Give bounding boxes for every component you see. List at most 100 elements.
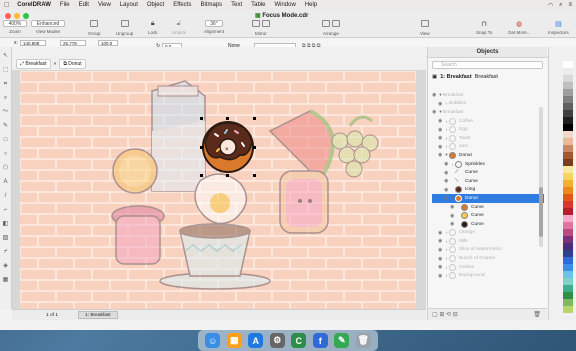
color-swatch[interactable]	[563, 243, 573, 250]
tree-row[interactable]: ◉ ⟋ Curve	[432, 168, 544, 177]
freehand-tool-icon[interactable]: 〜	[1, 108, 10, 116]
pick-tool-icon[interactable]: ↖	[1, 52, 10, 60]
apple-icon[interactable]: 	[4, 2, 9, 9]
color-swatch[interactable]	[563, 264, 573, 271]
scale-x-field[interactable]: 100.0	[98, 40, 118, 46]
drawing-page[interactable]: ×	[20, 71, 416, 309]
parallel-dimension-icon[interactable]: /	[1, 192, 10, 200]
tree-row[interactable]: ◉ Curve	[432, 220, 544, 229]
tree-row[interactable]: ◉ › Background	[432, 271, 544, 280]
lock-button[interactable]: 🔒︎ Lock	[148, 20, 158, 35]
view-group[interactable]: View	[420, 20, 430, 36]
tree-row[interactable]: ◉ › Bubbles	[432, 100, 544, 109]
menu-bitmaps[interactable]: Bitmaps	[200, 2, 222, 8]
tree-row[interactable]: ◉ ▾ Donut	[432, 151, 544, 160]
coreldraw-icon[interactable]: C	[291, 333, 307, 348]
corel-app-icon[interactable]: ✎	[334, 333, 350, 348]
zoom-window-button[interactable]	[23, 13, 29, 19]
control-center-icon[interactable]: ≡	[568, 2, 572, 8]
width-field[interactable]: 25.778	[60, 40, 86, 46]
menu-object[interactable]: Object	[147, 2, 164, 8]
drawing-canvas[interactable]: ×	[12, 71, 426, 309]
menu-text[interactable]: Text	[231, 2, 242, 8]
illustration[interactable]: ×	[20, 71, 416, 309]
color-swatch[interactable]	[563, 299, 573, 306]
drop-shadow-icon[interactable]: ◧	[1, 220, 10, 228]
unlock-button[interactable]: 🔓︎ Unlock	[172, 20, 186, 35]
mirror-group[interactable]: Mirror	[252, 20, 270, 36]
color-swatch[interactable]	[563, 145, 573, 152]
search-icon[interactable]: ⌕	[559, 2, 562, 9]
color-swatch[interactable]	[563, 194, 573, 201]
menu-layout[interactable]: Layout	[120, 2, 138, 8]
color-swatch[interactable]	[563, 173, 573, 180]
visibility-icon[interactable]: ◉	[444, 170, 450, 176]
wifi-icon[interactable]: ◠	[548, 2, 553, 9]
tree-row[interactable]: ◉ › Jam	[432, 143, 544, 152]
artistic-media-icon[interactable]: ✎	[1, 122, 10, 130]
ungroup-button[interactable]: Ungroup	[116, 20, 133, 36]
breadcrumb-donut[interactable]: ⧉ Donut	[59, 59, 86, 69]
visibility-icon[interactable]: ◉	[450, 221, 456, 227]
close-window-button[interactable]	[5, 13, 11, 19]
visibility-icon[interactable]: ◉	[444, 187, 450, 193]
fill-tool-icon[interactable]: ◈	[1, 262, 10, 270]
group-button[interactable]: Group	[88, 20, 101, 36]
objects-scrollbar[interactable]	[539, 107, 543, 247]
color-swatch[interactable]	[563, 236, 573, 243]
view-mode-select[interactable]: Enhanced	[31, 20, 65, 27]
color-swatch[interactable]	[563, 187, 573, 194]
menu-view[interactable]: View	[98, 2, 111, 8]
polygon-tool-icon[interactable]: ⬠	[1, 164, 10, 172]
color-swatch[interactable]	[563, 278, 573, 285]
zoom-field[interactable]: 400%	[3, 20, 27, 27]
menu-help[interactable]: Help	[305, 2, 317, 8]
tree-row[interactable]: ◉ › Orange	[432, 229, 544, 238]
finder-icon[interactable]: ☺	[205, 333, 221, 348]
color-swatch[interactable]	[563, 285, 573, 292]
tree-row[interactable]: ◉ › Bunch of Grapes	[432, 254, 544, 263]
crop-tool-icon[interactable]: ⌗	[1, 80, 10, 88]
color-swatch[interactable]	[563, 222, 573, 229]
scrollbar-thumb[interactable]	[539, 187, 543, 237]
color-swatch[interactable]	[563, 215, 573, 222]
tree-row[interactable]: ◉ › Egg	[432, 125, 544, 134]
color-swatch[interactable]	[563, 201, 573, 208]
tree-row[interactable]: ◉ › Toast	[432, 134, 544, 143]
snap-to-group[interactable]: ⊓ Snap To	[476, 20, 492, 35]
tree-row[interactable]: ◉ ⟍ Curve	[432, 177, 544, 186]
smart-fill-icon[interactable]: ▦	[1, 276, 10, 284]
color-swatch[interactable]	[563, 131, 573, 138]
tree-row[interactable]: ◉ › Slice of Watermelon	[432, 246, 544, 255]
breadcrumb-breakfast[interactable]: ⤢ Breakfast	[16, 59, 51, 69]
color-swatch[interactable]	[563, 229, 573, 236]
color-swatch[interactable]	[563, 96, 573, 103]
ellipse-tool-icon[interactable]: ○	[1, 150, 10, 158]
tree-row[interactable]: ◉ Curve	[432, 211, 544, 220]
color-swatch[interactable]	[563, 103, 573, 110]
menu-app-name[interactable]: CorelDRAW	[17, 2, 51, 8]
delete-icon[interactable]: 🗑︎	[533, 311, 541, 318]
menu-edit[interactable]: Edit	[79, 2, 89, 8]
objects-search-input[interactable]: Search	[432, 61, 543, 69]
color-swatch[interactable]	[563, 250, 573, 257]
tree-row[interactable]: ◉ ▾ Breakfast	[432, 108, 544, 117]
mirror-vertical-icon[interactable]	[261, 20, 270, 27]
page-tab[interactable]: 1: Breakfast	[78, 311, 118, 319]
shape-tool-icon[interactable]: ⬚	[1, 66, 10, 74]
color-swatch[interactable]	[563, 306, 573, 313]
color-swatch[interactable]	[563, 82, 573, 89]
eyedropper-tool-icon[interactable]: ⌿	[1, 248, 10, 256]
tree-row-selected[interactable]: ◉ ▾ Donut	[432, 194, 544, 203]
zoom-tool-icon[interactable]: ⌕	[1, 94, 10, 102]
font-manager-icon[interactable]: f	[312, 333, 328, 348]
tree-row[interactable]: ◉ › Sprinkles	[432, 160, 544, 169]
system-preferences-icon[interactable]: ⚙	[269, 333, 285, 348]
color-swatch[interactable]	[563, 117, 573, 124]
color-swatch[interactable]	[563, 271, 573, 278]
tree-row[interactable]: ◉ ▾ Breakfast	[432, 91, 544, 100]
color-swatch[interactable]	[563, 152, 573, 159]
arrange-group[interactable]: Arrange	[322, 20, 340, 36]
color-swatch[interactable]	[563, 257, 573, 264]
color-swatch[interactable]	[563, 61, 573, 68]
